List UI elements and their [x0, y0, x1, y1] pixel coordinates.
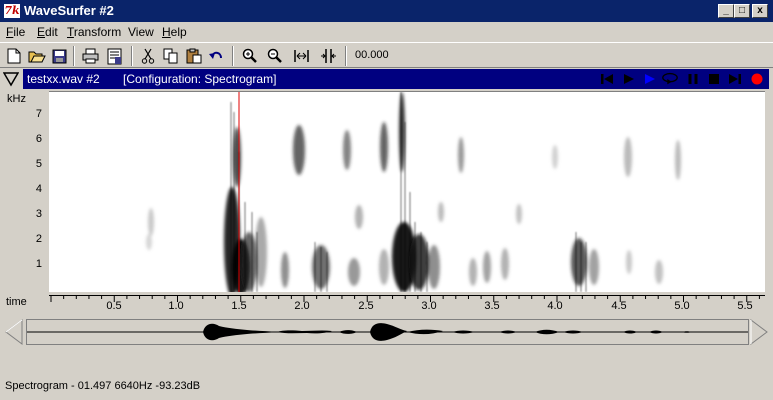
- pane-filename: testxx.wav #2: [27, 72, 100, 86]
- time-tick-label: 1.0: [168, 300, 184, 312]
- scroll-left-arrow-icon[interactable]: [4, 319, 24, 345]
- menu-transform[interactable]: Transform: [67, 25, 121, 39]
- time-readout: 00.000: [355, 49, 389, 61]
- play-selection-icon[interactable]: [641, 71, 659, 87]
- time-axis[interactable]: 0.5 1.0 1.5 2.0 2.5 3.0 3.5 4.0 4.5 5.0 …: [49, 295, 765, 313]
- paste-icon[interactable]: [184, 46, 204, 66]
- toolbar-separator: [232, 46, 234, 66]
- zoom-out-icon[interactable]: [265, 46, 285, 66]
- sound-pane: testxx.wav #2 [Configuration: Spectrogra…: [0, 69, 773, 319]
- menu-help[interactable]: Help: [162, 25, 187, 39]
- maximize-button[interactable]: □: [734, 4, 750, 18]
- time-tick-label: 0.5: [106, 300, 122, 312]
- time-tick-label: 5.5: [737, 300, 753, 312]
- menu-view[interactable]: View: [128, 25, 154, 39]
- minimize-button[interactable]: _: [718, 4, 734, 18]
- frequency-unit-label: kHz: [7, 93, 26, 105]
- record-icon[interactable]: [748, 71, 766, 87]
- window-title: WaveSurfer #2: [24, 3, 114, 18]
- time-tick-label: 3.0: [421, 300, 437, 312]
- spectrogram-panel[interactable]: [49, 91, 765, 297]
- frequency-tick-label: 7: [35, 108, 42, 120]
- frequency-tick-label: 2: [35, 233, 42, 245]
- cut-icon[interactable]: [138, 46, 158, 66]
- stop-icon[interactable]: [705, 71, 723, 87]
- pane-configuration: [Configuration: Spectrogram]: [123, 72, 277, 86]
- frequency-tick-label: 4: [35, 183, 42, 195]
- forward-to-end-icon[interactable]: [726, 71, 744, 87]
- collapse-pane-icon[interactable]: [2, 71, 21, 89]
- time-axis-label: time: [6, 296, 27, 308]
- time-tick-label: 1.5: [231, 300, 247, 312]
- time-tick-label: 5.0: [674, 300, 690, 312]
- copy-icon[interactable]: [161, 46, 181, 66]
- new-file-icon[interactable]: [4, 46, 24, 66]
- frequency-axis: kHz 7 6 5 4 3 2 1: [3, 91, 48, 291]
- menu-file[interactable]: File: [6, 25, 25, 39]
- close-button[interactable]: x: [752, 4, 768, 18]
- menu-bar: File Edit Transform View Help: [0, 22, 773, 42]
- rewind-to-start-icon[interactable]: [598, 71, 616, 87]
- open-folder-icon[interactable]: [27, 46, 47, 66]
- save-icon[interactable]: [49, 46, 69, 66]
- toolbar: 00.000: [0, 42, 773, 68]
- time-tick-label: 4.5: [611, 300, 627, 312]
- frequency-tick-label: 1: [35, 258, 42, 270]
- menu-edit[interactable]: Edit: [37, 25, 58, 39]
- time-tick-label: 4.0: [547, 300, 563, 312]
- status-bar: Spectrogram - 01.497 6640Hz -93.23dB: [5, 380, 201, 392]
- print-icon[interactable]: [80, 46, 100, 66]
- play-icon[interactable]: [620, 71, 638, 87]
- scroll-right-arrow-icon[interactable]: [749, 319, 769, 345]
- undo-icon[interactable]: [206, 46, 226, 66]
- window-titlebar[interactable]: 7k WaveSurfer #2 _ □ x: [0, 0, 773, 22]
- time-tick-label: 3.5: [484, 300, 500, 312]
- time-axis-label-cell: time: [3, 295, 48, 313]
- frequency-tick-label: 5: [35, 158, 42, 170]
- toolbar-separator: [345, 46, 347, 66]
- time-tick-label: 2.0: [294, 300, 310, 312]
- overview-scroll-row: [4, 319, 769, 345]
- toolbar-separator: [73, 46, 75, 66]
- time-tick-label: 2.5: [358, 300, 374, 312]
- waveform-overview[interactable]: [26, 319, 749, 345]
- properties-icon[interactable]: [104, 46, 124, 66]
- zoom-selection-icon[interactable]: [318, 46, 338, 66]
- zoom-in-icon[interactable]: [240, 46, 260, 66]
- pause-icon[interactable]: [684, 71, 702, 87]
- zoom-fit-icon[interactable]: [291, 46, 311, 66]
- frequency-tick-label: 6: [35, 133, 42, 145]
- toolbar-separator: [131, 46, 133, 66]
- frequency-tick-label: 3: [35, 208, 42, 220]
- loop-play-icon[interactable]: [661, 71, 679, 87]
- app-icon: 7k: [4, 4, 20, 18]
